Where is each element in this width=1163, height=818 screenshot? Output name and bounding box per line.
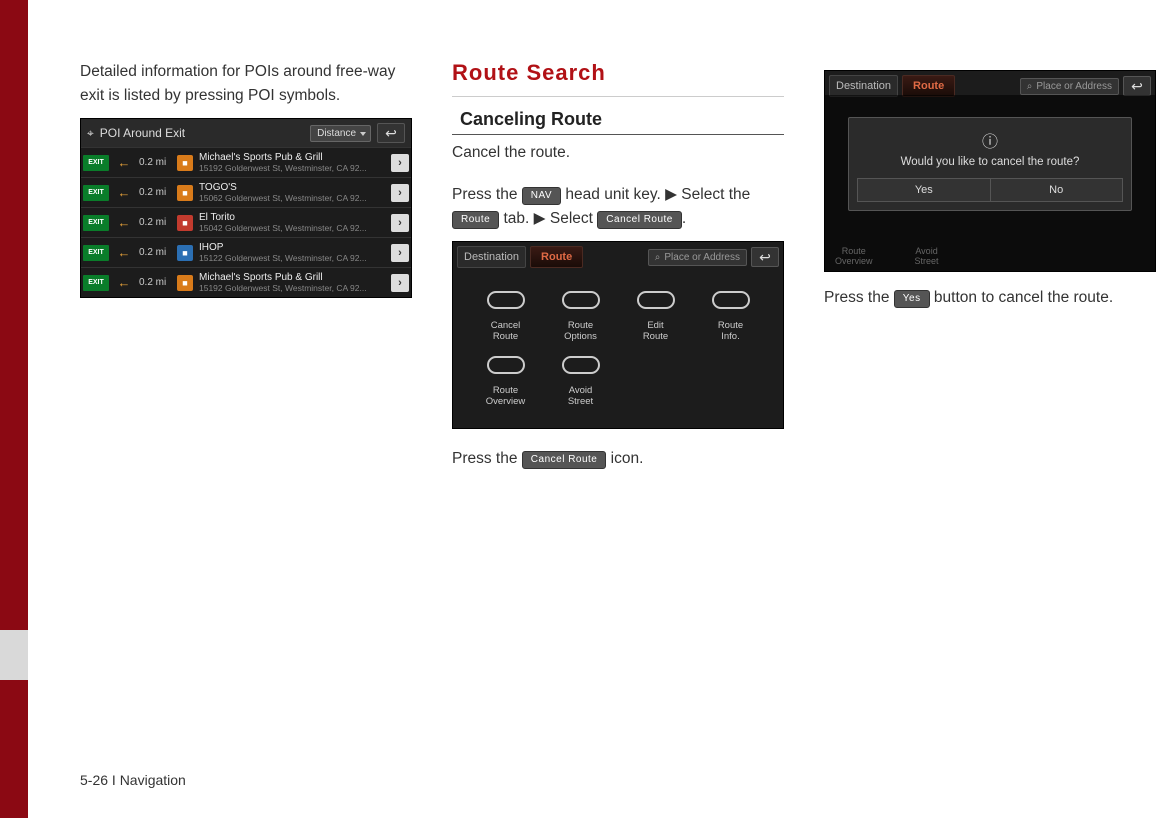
section-title-route-search: Route Search bbox=[452, 60, 784, 97]
route-menu-item[interactable]: Edit Route bbox=[621, 284, 690, 343]
route-menu-screenshot: Destination Route ⌕ Place or Address ↩ C… bbox=[452, 241, 784, 429]
distance-value: 0.2 mi bbox=[139, 157, 177, 168]
route-menu-item[interactable]: Route Options bbox=[546, 284, 615, 343]
chevron-right-icon[interactable]: › bbox=[391, 244, 409, 262]
chevron-right-icon[interactable]: › bbox=[391, 154, 409, 172]
subsection-canceling-route: Canceling Route bbox=[452, 107, 784, 135]
pin-icon: ⌖ bbox=[87, 126, 94, 141]
back-button[interactable]: ↩ bbox=[751, 247, 779, 267]
search-icon: ⌕ bbox=[1027, 81, 1033, 92]
cancel-route-key: Cancel Route bbox=[597, 211, 682, 229]
no-button[interactable]: No bbox=[990, 178, 1123, 202]
direction-arrow-icon: ← bbox=[109, 185, 139, 200]
poi-around-exit-screenshot: ⌖ POI Around Exit Distance ↩ EXIT←0.2 mi… bbox=[80, 118, 412, 298]
direction-arrow-icon: ← bbox=[109, 245, 139, 260]
poi-name: Michael's Sports Pub & Grill bbox=[199, 272, 391, 283]
cancel-route-key: Cancel Route bbox=[522, 451, 607, 469]
route-item-label: Route Info. bbox=[696, 320, 765, 343]
sidebar-accent-gap bbox=[0, 630, 28, 680]
tab-destination[interactable]: Destination bbox=[829, 75, 898, 97]
poi-row[interactable]: EXIT←0.2 mi■ Michael's Sports Pub & Grill… bbox=[81, 267, 411, 297]
distance-dropdown[interactable]: Distance bbox=[310, 125, 371, 142]
poi-address: 15042 Goldenwest St, Westminster, CA 92.… bbox=[199, 223, 391, 233]
direction-arrow-icon: ← bbox=[109, 275, 139, 290]
category-icon: ■ bbox=[177, 275, 193, 291]
category-icon: ■ bbox=[177, 185, 193, 201]
route-menu-item[interactable]: Cancel Route bbox=[471, 284, 540, 343]
dialog-message: Would you like to cancel the route? bbox=[857, 156, 1123, 168]
route-menu-item[interactable]: Route Info. bbox=[696, 284, 765, 343]
poi-screen-title: POI Around Exit bbox=[100, 126, 304, 140]
poi-intro-text: Detailed information for POIs around fre… bbox=[80, 60, 412, 108]
poi-address: 15192 Goldenwest St, Westminster, CA 92.… bbox=[199, 163, 391, 173]
distance-value: 0.2 mi bbox=[139, 217, 177, 228]
tab-route[interactable]: Route bbox=[530, 246, 583, 268]
back-button[interactable]: ↩ bbox=[377, 123, 405, 143]
route-item-icon bbox=[634, 284, 678, 316]
chevron-right-icon[interactable]: › bbox=[391, 274, 409, 292]
search-icon: ⌕ bbox=[655, 252, 661, 263]
route-item-icon bbox=[484, 284, 528, 316]
cancel-route-steps: Press the NAV head unit key. ▶ Select th… bbox=[452, 183, 784, 231]
direction-arrow-icon: ← bbox=[109, 155, 139, 170]
poi-name: IHOP bbox=[199, 242, 391, 253]
press-cancel-route-icon: Press the Cancel Route icon. bbox=[452, 447, 784, 471]
tab-route[interactable]: Route bbox=[902, 75, 955, 97]
yes-key: Yes bbox=[894, 290, 930, 308]
poi-address: 15122 Goldenwest St, Westminster, CA 92.… bbox=[199, 253, 391, 263]
route-menu-item[interactable]: Route Overview bbox=[471, 349, 540, 408]
direction-arrow-icon: ← bbox=[109, 215, 139, 230]
tab-destination[interactable]: Destination bbox=[457, 246, 526, 268]
exit-badge: EXIT bbox=[83, 155, 109, 171]
route-item-icon bbox=[484, 349, 528, 381]
route-item-label: Route Overview bbox=[471, 385, 540, 408]
yes-button[interactable]: Yes bbox=[857, 178, 989, 202]
route-menu-item[interactable]: Avoid Street bbox=[546, 349, 615, 408]
question-icon: ⓘ bbox=[857, 128, 1123, 152]
route-item-label: Route Options bbox=[546, 320, 615, 343]
route-item-label: Edit Route bbox=[621, 320, 690, 343]
chevron-right-icon[interactable]: › bbox=[391, 214, 409, 232]
route-key: Route bbox=[452, 211, 499, 229]
category-icon: ■ bbox=[177, 215, 193, 231]
cancel-route-dialog-screenshot: Destination Route ⌕ Place or Address ↩ ⓘ… bbox=[824, 70, 1156, 272]
category-icon: ■ bbox=[177, 245, 193, 261]
category-icon: ■ bbox=[177, 155, 193, 171]
press-yes-text: Press the Yes button to cancel the route… bbox=[824, 286, 1156, 310]
nav-key: NAV bbox=[522, 187, 561, 205]
distance-value: 0.2 mi bbox=[139, 277, 177, 288]
ghost-avoid-street: Avoid Street bbox=[915, 247, 939, 267]
confirm-dialog: ⓘ Would you like to cancel the route? Ye… bbox=[848, 117, 1132, 211]
back-button[interactable]: ↩ bbox=[1123, 76, 1151, 96]
poi-name: El Torito bbox=[199, 212, 391, 223]
route-item-label: Avoid Street bbox=[546, 385, 615, 408]
route-item-label: Cancel Route bbox=[471, 320, 540, 343]
search-box[interactable]: ⌕ Place or Address bbox=[1020, 78, 1119, 95]
poi-row[interactable]: EXIT←0.2 mi■ El Torito15042 Goldenwest St… bbox=[81, 207, 411, 237]
cancel-route-text: Cancel the route. bbox=[452, 141, 784, 165]
exit-badge: EXIT bbox=[83, 275, 109, 291]
search-box[interactable]: ⌕ Place or Address bbox=[648, 249, 747, 266]
poi-row[interactable]: EXIT←0.2 mi■ TOGO'S15062 Goldenwest St, W… bbox=[81, 177, 411, 207]
sidebar-accent bbox=[0, 0, 28, 630]
distance-value: 0.2 mi bbox=[139, 247, 177, 258]
poi-name: TOGO'S bbox=[199, 182, 391, 193]
poi-row[interactable]: EXIT←0.2 mi■ Michael's Sports Pub & Grill… bbox=[81, 147, 411, 177]
exit-badge: EXIT bbox=[83, 245, 109, 261]
sidebar-accent-lower bbox=[0, 680, 28, 818]
poi-name: Michael's Sports Pub & Grill bbox=[199, 152, 391, 163]
poi-address: 15192 Goldenwest St, Westminster, CA 92.… bbox=[199, 283, 391, 293]
chevron-right-icon[interactable]: › bbox=[391, 184, 409, 202]
poi-row[interactable]: EXIT←0.2 mi■ IHOP15122 Goldenwest St, Wes… bbox=[81, 237, 411, 267]
page-footer: 5-26 I Navigation bbox=[80, 772, 186, 788]
ghost-route-overview: Route Overview bbox=[835, 247, 873, 267]
poi-address: 15062 Goldenwest St, Westminster, CA 92.… bbox=[199, 193, 391, 203]
exit-badge: EXIT bbox=[83, 215, 109, 231]
route-item-icon bbox=[559, 284, 603, 316]
exit-badge: EXIT bbox=[83, 185, 109, 201]
route-item-icon bbox=[559, 349, 603, 381]
distance-value: 0.2 mi bbox=[139, 187, 177, 198]
route-item-icon bbox=[709, 284, 753, 316]
